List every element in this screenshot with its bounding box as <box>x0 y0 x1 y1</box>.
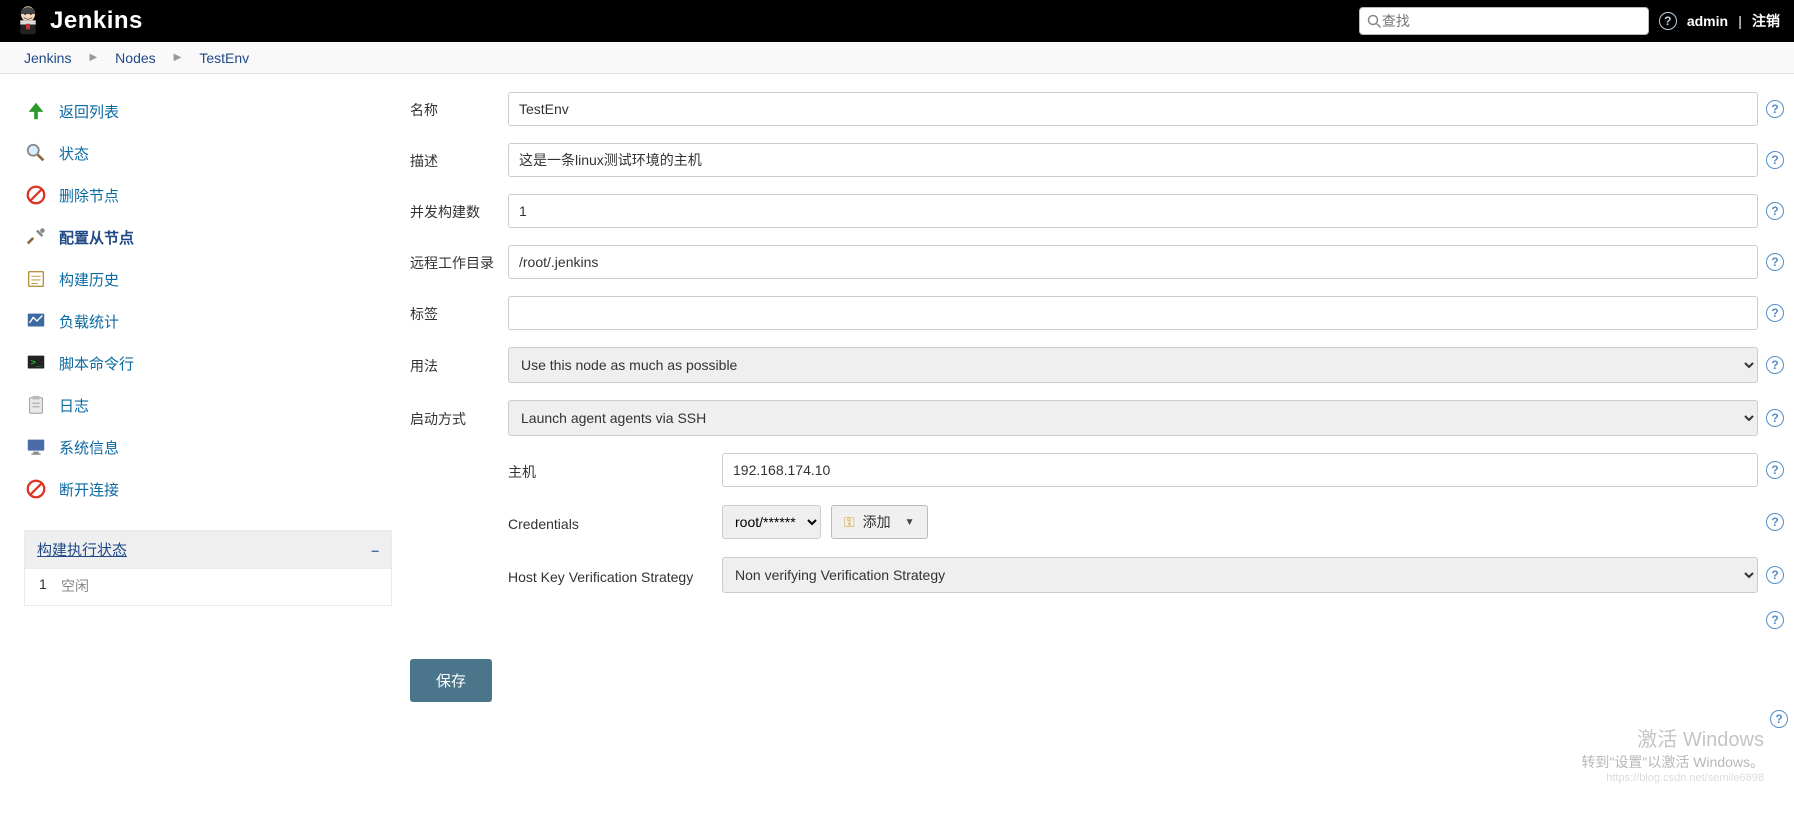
sidebar-item-label: 配置从节点 <box>59 227 134 248</box>
help-icon[interactable]: ? <box>1766 461 1784 479</box>
executor-status-panel: 构建执行状态 – 1 空闲 <box>24 530 392 606</box>
crumb-nodes[interactable]: Nodes <box>115 50 155 66</box>
svg-text:>_: >_ <box>31 357 43 368</box>
float-help-icon[interactable]: ? <box>1770 710 1788 728</box>
terminal-icon: >_ <box>24 351 48 375</box>
help-icon[interactable]: ? <box>1766 304 1784 322</box>
sidebar-item-delete[interactable]: 删除节点 <box>18 174 402 216</box>
desc-label: 描述 <box>410 149 508 171</box>
sidebar-item-log[interactable]: 日志 <box>18 384 402 426</box>
launch-label: 启动方式 <box>410 407 508 429</box>
search-icon <box>1367 14 1382 29</box>
help-icon[interactable]: ? <box>1766 409 1784 427</box>
hkvs-label: Host Key Verification Strategy <box>508 565 722 585</box>
credentials-label: Credentials <box>508 512 722 532</box>
chevron-down-icon: ▼ <box>905 517 915 528</box>
sidebar-item-sysinfo[interactable]: 系统信息 <box>18 426 402 468</box>
sidebar-item-label: 返回列表 <box>59 101 119 122</box>
forbidden-icon <box>24 477 48 501</box>
sidebar-item-label: 状态 <box>59 143 89 164</box>
collapse-icon[interactable]: – <box>371 542 379 558</box>
logout-link[interactable]: 注销 <box>1752 11 1780 31</box>
executors-label: 并发构建数 <box>410 200 508 222</box>
top-header: Jenkins ? admin | 注销 <box>0 0 1794 42</box>
name-label: 名称 <box>410 98 508 120</box>
windows-watermark: 激活 Windows 转到"设置"以激活 Windows。 https://bl… <box>1581 723 1764 784</box>
user-link[interactable]: admin <box>1687 13 1728 29</box>
labels-input[interactable] <box>508 296 1758 330</box>
key-icon: ⚿ <box>844 514 855 531</box>
chevron-right-icon: ▶ <box>174 52 182 63</box>
desc-input[interactable] <box>508 143 1758 177</box>
add-label: 添加 <box>863 512 891 532</box>
watermark-line2: 转到"设置"以激活 Windows。 <box>1581 752 1764 772</box>
host-label: 主机 <box>508 458 722 482</box>
executors-input[interactable] <box>508 194 1758 228</box>
monitor-chart-icon <box>24 309 48 333</box>
help-icon[interactable]: ? <box>1766 611 1784 629</box>
sidebar-item-configure[interactable]: 配置从节点 <box>18 216 402 258</box>
add-credentials-button[interactable]: ⚿ 添加 ▼ <box>831 505 928 539</box>
executor-row: 1 空闲 <box>25 569 391 605</box>
sidebar-item-status[interactable]: 状态 <box>18 132 402 174</box>
usage-select[interactable]: Use this node as much as possible <box>508 347 1758 383</box>
launch-select[interactable]: Launch agent agents via SSH <box>508 400 1758 436</box>
usage-label: 用法 <box>410 354 508 376</box>
main-form: 名称 ? 描述 ? 并发构建数 ? 远程工作目录 ? 标签 ? 用法 Use t… <box>410 74 1794 722</box>
help-icon[interactable]: ? <box>1766 356 1784 374</box>
arrow-up-icon <box>24 99 48 123</box>
search-help-icon[interactable]: ? <box>1659 12 1677 30</box>
help-icon[interactable]: ? <box>1766 513 1784 531</box>
clipboard-icon <box>24 393 48 417</box>
sidebar: 返回列表 状态 删除节点 配置从节点 构建历史 负载统计 >_ 脚本命令行 日志 <box>0 74 410 722</box>
help-icon[interactable]: ? <box>1766 151 1784 169</box>
chevron-right-icon: ▶ <box>89 52 97 63</box>
credentials-select[interactable]: root/****** <box>722 505 821 539</box>
help-icon[interactable]: ? <box>1766 253 1784 271</box>
executor-number: 1 <box>39 576 61 596</box>
help-icon[interactable]: ? <box>1766 566 1784 584</box>
sidebar-item-label: 构建历史 <box>59 269 119 290</box>
sidebar-item-load[interactable]: 负载统计 <box>18 300 402 342</box>
tools-icon <box>24 225 48 249</box>
sidebar-item-label: 系统信息 <box>59 437 119 458</box>
save-button[interactable]: 保存 <box>410 659 492 702</box>
search-box[interactable] <box>1359 7 1649 35</box>
executor-status-title[interactable]: 构建执行状态 <box>37 539 127 560</box>
sidebar-item-disconnect[interactable]: 断开连接 <box>18 468 402 510</box>
logo-area[interactable]: Jenkins <box>14 4 143 38</box>
magnifier-icon <box>24 141 48 165</box>
remotefs-label: 远程工作目录 <box>410 251 508 273</box>
computer-icon <box>24 435 48 459</box>
crumb-testenv[interactable]: TestEnv <box>199 50 249 66</box>
sidebar-item-back[interactable]: 返回列表 <box>18 90 402 132</box>
host-input[interactable] <box>722 453 1758 487</box>
executor-state: 空闲 <box>61 576 89 596</box>
labels-label: 标签 <box>410 302 508 324</box>
sidebar-item-history[interactable]: 构建历史 <box>18 258 402 300</box>
remotefs-input[interactable] <box>508 245 1758 279</box>
crumb-jenkins[interactable]: Jenkins <box>24 50 71 66</box>
help-icon[interactable]: ? <box>1766 202 1784 220</box>
watermark-line1: 激活 Windows <box>1581 723 1764 752</box>
search-input[interactable] <box>1382 13 1641 29</box>
hkvs-select[interactable]: Non verifying Verification Strategy <box>722 557 1758 593</box>
name-input[interactable] <box>508 92 1758 126</box>
sidebar-item-label: 断开连接 <box>59 479 119 500</box>
app-name: Jenkins <box>50 7 143 35</box>
sidebar-item-label: 日志 <box>59 395 89 416</box>
jenkins-butler-icon <box>14 4 42 38</box>
breadcrumb: Jenkins ▶ Nodes ▶ TestEnv <box>0 42 1794 74</box>
help-icon[interactable]: ? <box>1766 100 1784 118</box>
notepad-icon <box>24 267 48 291</box>
sidebar-item-label: 删除节点 <box>59 185 119 206</box>
sidebar-item-script[interactable]: >_ 脚本命令行 <box>18 342 402 384</box>
forbidden-icon <box>24 183 48 207</box>
watermark-line3: https://blog.csdn.net/semile6898 <box>1581 772 1764 784</box>
sidebar-item-label: 脚本命令行 <box>59 353 134 374</box>
header-divider: | <box>1738 13 1742 29</box>
sidebar-item-label: 负载统计 <box>59 311 119 332</box>
